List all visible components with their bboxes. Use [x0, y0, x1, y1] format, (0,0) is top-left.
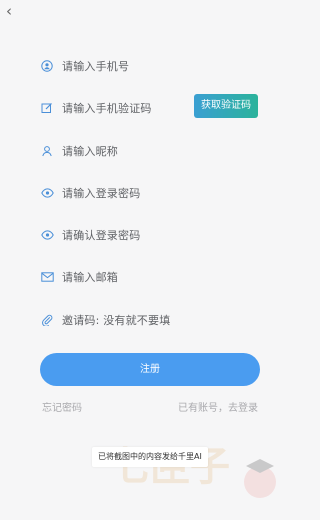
mail-icon [40, 270, 54, 284]
email-placeholder: 请输入邮箱 [62, 271, 118, 284]
edit-icon [40, 101, 54, 115]
code-placeholder: 请输入手机验证码 [62, 102, 152, 115]
email-field[interactable]: 请输入邮箱 [40, 267, 260, 287]
person-icon [40, 144, 54, 158]
get-code-button[interactable]: 获取验证码 [194, 94, 258, 118]
confirm-password-placeholder: 请确认登录密码 [62, 229, 141, 242]
password-field[interactable]: 请输入登录密码 [40, 183, 260, 203]
watermark-logo: 七匣子 [110, 444, 276, 498]
nickname-field[interactable]: 请输入昵称 [40, 141, 260, 161]
paperclip-icon [40, 313, 54, 327]
nickname-placeholder: 请输入昵称 [62, 145, 118, 158]
forgot-password-link[interactable]: 忘记密码 [42, 399, 82, 414]
code-field[interactable]: 请输入手机验证码 [40, 98, 190, 118]
confirm-password-field[interactable]: 请确认登录密码 [40, 225, 260, 245]
invite-code-placeholder: 邀请码: 没有就不要填 [62, 314, 171, 327]
back-chevron-icon[interactable]: ‹ [6, 3, 20, 19]
toast-message: 已将截图中的内容发给千里AI [92, 447, 208, 467]
eye-icon [40, 228, 54, 242]
login-link[interactable]: 已有账号，去登录 [178, 399, 258, 414]
eye-icon [40, 186, 54, 200]
invite-code-field[interactable]: 邀请码: 没有就不要填 [40, 310, 260, 330]
phone-placeholder: 请输入手机号 [62, 60, 130, 73]
password-placeholder: 请输入登录密码 [62, 187, 141, 200]
register-button[interactable]: 注册 [40, 353, 260, 386]
phone-field[interactable]: 请输入手机号 [40, 56, 260, 76]
user-circle-icon [40, 59, 54, 73]
